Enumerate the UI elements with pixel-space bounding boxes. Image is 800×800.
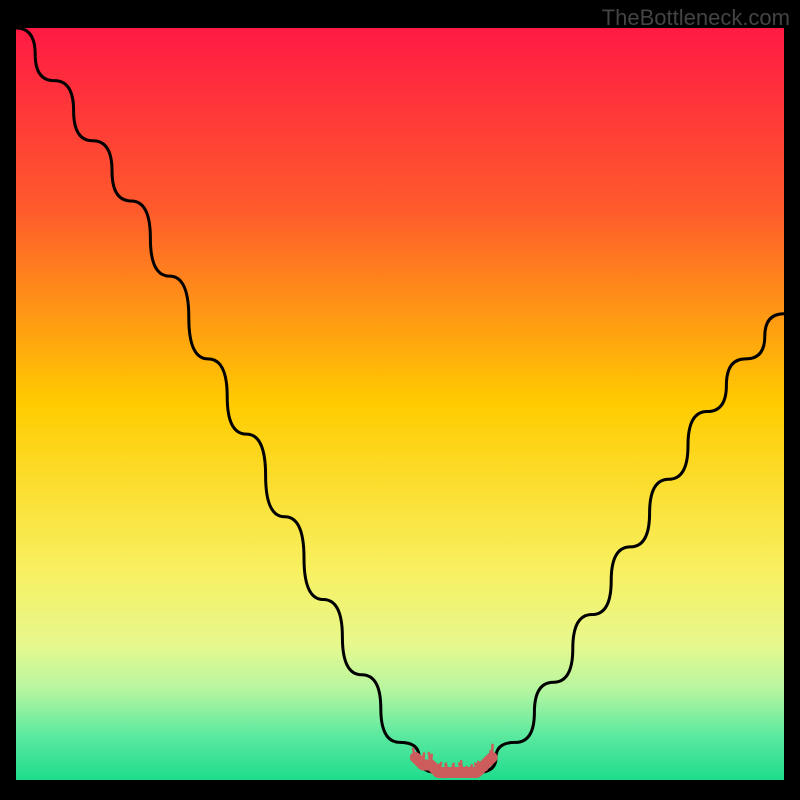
chart-wrap: TheBottleneck.com — [0, 0, 800, 800]
plot-area — [16, 28, 784, 780]
plot-svg — [16, 28, 784, 780]
gradient-background — [16, 28, 784, 780]
